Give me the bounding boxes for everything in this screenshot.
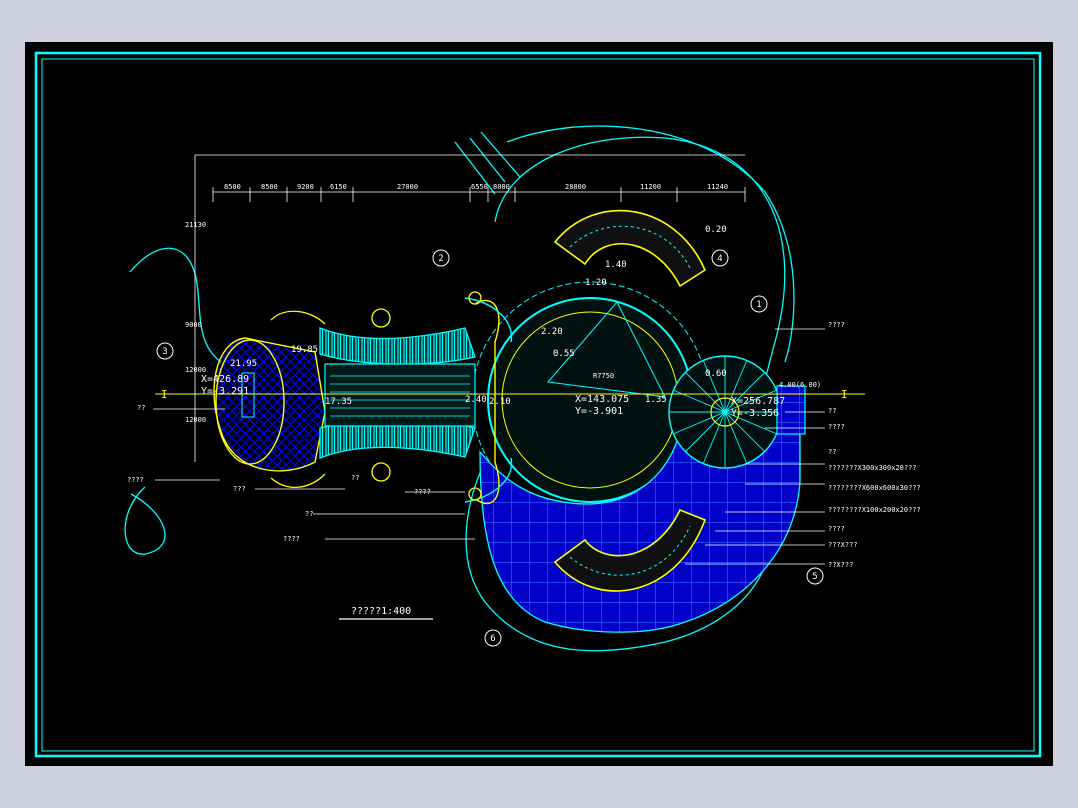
platform <box>776 385 806 435</box>
svg-text:0.20: 0.20 <box>705 225 727 235</box>
svg-text:1: 1 <box>756 300 761 310</box>
svg-text:????: ???? <box>828 321 845 329</box>
svg-text:12000: 12000 <box>185 416 206 424</box>
cad-drawing: I I 8500 8500 9200 6150 27000 6550 8000 … <box>34 51 1042 758</box>
svg-text:0.55: 0.55 <box>553 349 575 359</box>
svg-text:3: 3 <box>162 347 167 357</box>
svg-text:17.35: 17.35 <box>325 397 352 407</box>
svg-text:????????X100x200x20???: ????????X100x200x20??? <box>828 506 921 514</box>
svg-text:????????X600x600x30???: ????????X600x600x30??? <box>828 484 921 492</box>
svg-text:1.20: 1.20 <box>585 278 607 288</box>
section-mark-left: I <box>161 388 168 401</box>
svg-text:21130: 21130 <box>185 221 206 229</box>
svg-text:??: ?? <box>305 510 313 518</box>
svg-text:6550: 6550 <box>471 183 488 191</box>
svg-text:X=256.787: X=256.787 <box>731 396 785 407</box>
center-mark-label: 4.00(6.00) <box>779 381 821 389</box>
svg-text:19.85: 19.85 <box>291 345 318 355</box>
svg-text:??: ?? <box>828 448 836 456</box>
svg-text:X=143.075: X=143.075 <box>575 394 629 405</box>
svg-text:8000: 8000 <box>493 183 510 191</box>
dimension-text-top: 8500 8500 9200 6150 27000 6550 8000 2880… <box>224 183 728 191</box>
svg-text:28800: 28800 <box>565 183 586 191</box>
left-pool <box>213 337 326 472</box>
garden-crescent-top <box>553 209 707 288</box>
svg-text:0.60: 0.60 <box>705 369 727 379</box>
svg-text:6150: 6150 <box>330 183 347 191</box>
annotations-right: ???? ?? ???? ?? ???????X300x300x20??? ??… <box>828 321 921 569</box>
svg-text:9000: 9000 <box>185 321 202 329</box>
svg-text:??: ?? <box>828 407 836 415</box>
svg-text:5: 5 <box>812 572 817 582</box>
svg-text:12000: 12000 <box>185 366 206 374</box>
svg-text:X=426.89: X=426.89 <box>201 374 249 385</box>
svg-text:8500: 8500 <box>261 183 278 191</box>
svg-text:2.40: 2.40 <box>465 395 487 405</box>
svg-text:2: 2 <box>438 254 443 264</box>
svg-text:????: ???? <box>283 535 300 543</box>
svg-text:??: ?? <box>137 404 145 412</box>
svg-text:27000: 27000 <box>397 183 418 191</box>
svg-text:????: ???? <box>414 488 431 496</box>
svg-text:4: 4 <box>717 254 722 264</box>
svg-text:Y=-3.291: Y=-3.291 <box>201 386 249 397</box>
svg-text:????: ???? <box>828 423 845 431</box>
svg-text:2.10: 2.10 <box>489 397 511 407</box>
svg-text:???X???: ???X??? <box>828 541 858 549</box>
svg-text:???????X300x300x20???: ???????X300x300x20??? <box>828 464 917 472</box>
svg-text:2.20: 2.20 <box>541 327 563 337</box>
svg-text:???: ??? <box>233 485 246 493</box>
svg-text:8500: 8500 <box>224 183 241 191</box>
radius-label: R7750 <box>593 372 614 380</box>
drawing-title: ?????1:400 <box>351 606 411 617</box>
svg-text:11200: 11200 <box>640 183 661 191</box>
svg-text:11240: 11240 <box>707 183 728 191</box>
svg-text:????: ???? <box>828 525 845 533</box>
svg-text:????: ???? <box>127 476 144 484</box>
drawing-viewport[interactable]: I I 8500 8500 9200 6150 27000 6550 8000 … <box>25 42 1053 766</box>
svg-text:1.40: 1.40 <box>605 260 627 270</box>
svg-text:??X???: ??X??? <box>828 561 853 569</box>
svg-text:??: ?? <box>351 474 359 482</box>
svg-text:9200: 9200 <box>297 183 314 191</box>
svg-text:21.95: 21.95 <box>230 359 257 369</box>
section-mark-right: I <box>841 388 848 401</box>
svg-text:Y=-3.901: Y=-3.901 <box>575 406 623 417</box>
svg-text:6: 6 <box>490 634 495 644</box>
svg-text:1.35: 1.35 <box>645 395 667 405</box>
svg-text:Y=-3.356: Y=-3.356 <box>731 408 779 419</box>
